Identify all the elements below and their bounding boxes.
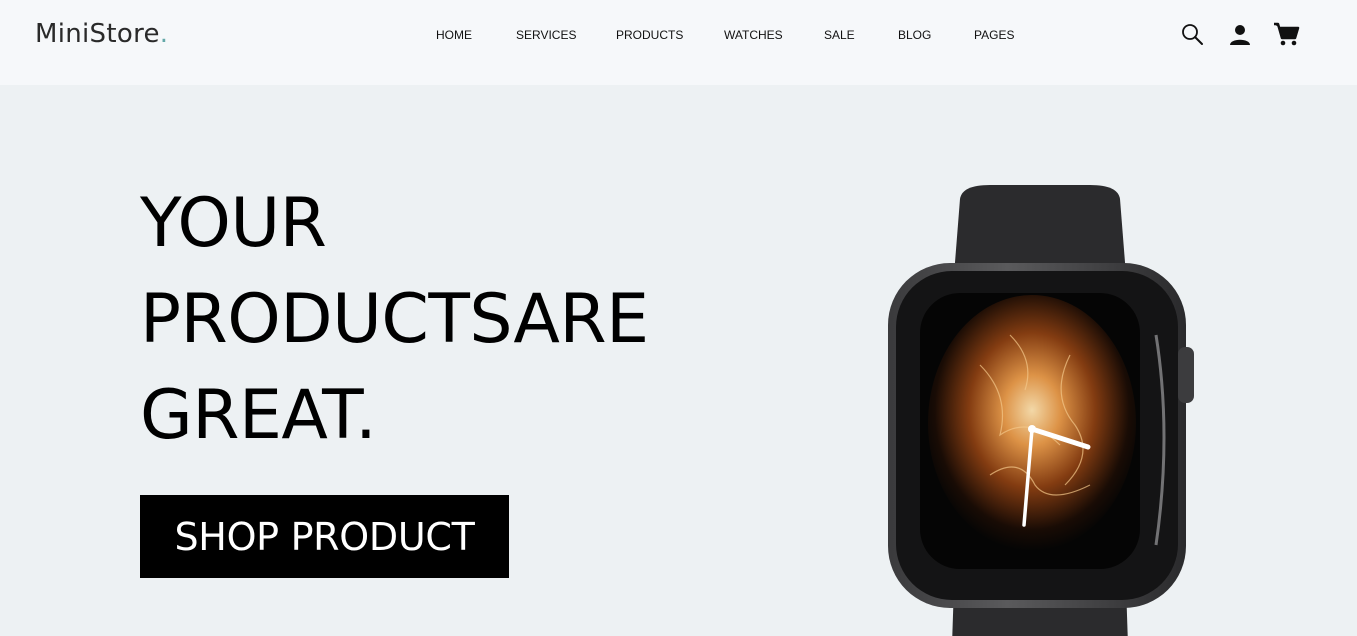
logo[interactable]: MiniStore. xyxy=(35,17,168,51)
nav-home[interactable]: HOME xyxy=(436,27,472,43)
headline-line-1: YOUR xyxy=(140,184,327,263)
smartwatch-image xyxy=(860,185,1240,636)
user-icon[interactable] xyxy=(1226,20,1254,48)
logo-text: MiniStore xyxy=(35,19,160,49)
nav-sale[interactable]: SALE xyxy=(824,27,855,43)
logo-dot: . xyxy=(159,19,169,49)
nav-products[interactable]: PRODUCTS xyxy=(616,27,683,43)
hero-banner: YOUR PRODUCTSARE GREAT. SHOP PRODUCT xyxy=(0,85,1357,636)
nav-watches[interactable]: WATCHES xyxy=(724,27,783,43)
headline-line-3: GREAT. xyxy=(140,376,377,455)
nav-pages[interactable]: PAGES xyxy=(974,27,1014,43)
cart-icon[interactable] xyxy=(1272,20,1300,48)
search-icon[interactable] xyxy=(1178,20,1206,48)
headline-line-2: PRODUCTSARE xyxy=(140,280,649,359)
nav-blog[interactable]: BLOG xyxy=(898,27,931,43)
shop-product-button[interactable]: SHOP PRODUCT xyxy=(140,495,509,578)
nav-services[interactable]: SERVICES xyxy=(516,27,576,43)
site-header: MiniStore. HOME SERVICES PRODUCTS WATCHE… xyxy=(0,0,1357,85)
hero-headline: YOUR PRODUCTSARE GREAT. xyxy=(140,176,649,464)
